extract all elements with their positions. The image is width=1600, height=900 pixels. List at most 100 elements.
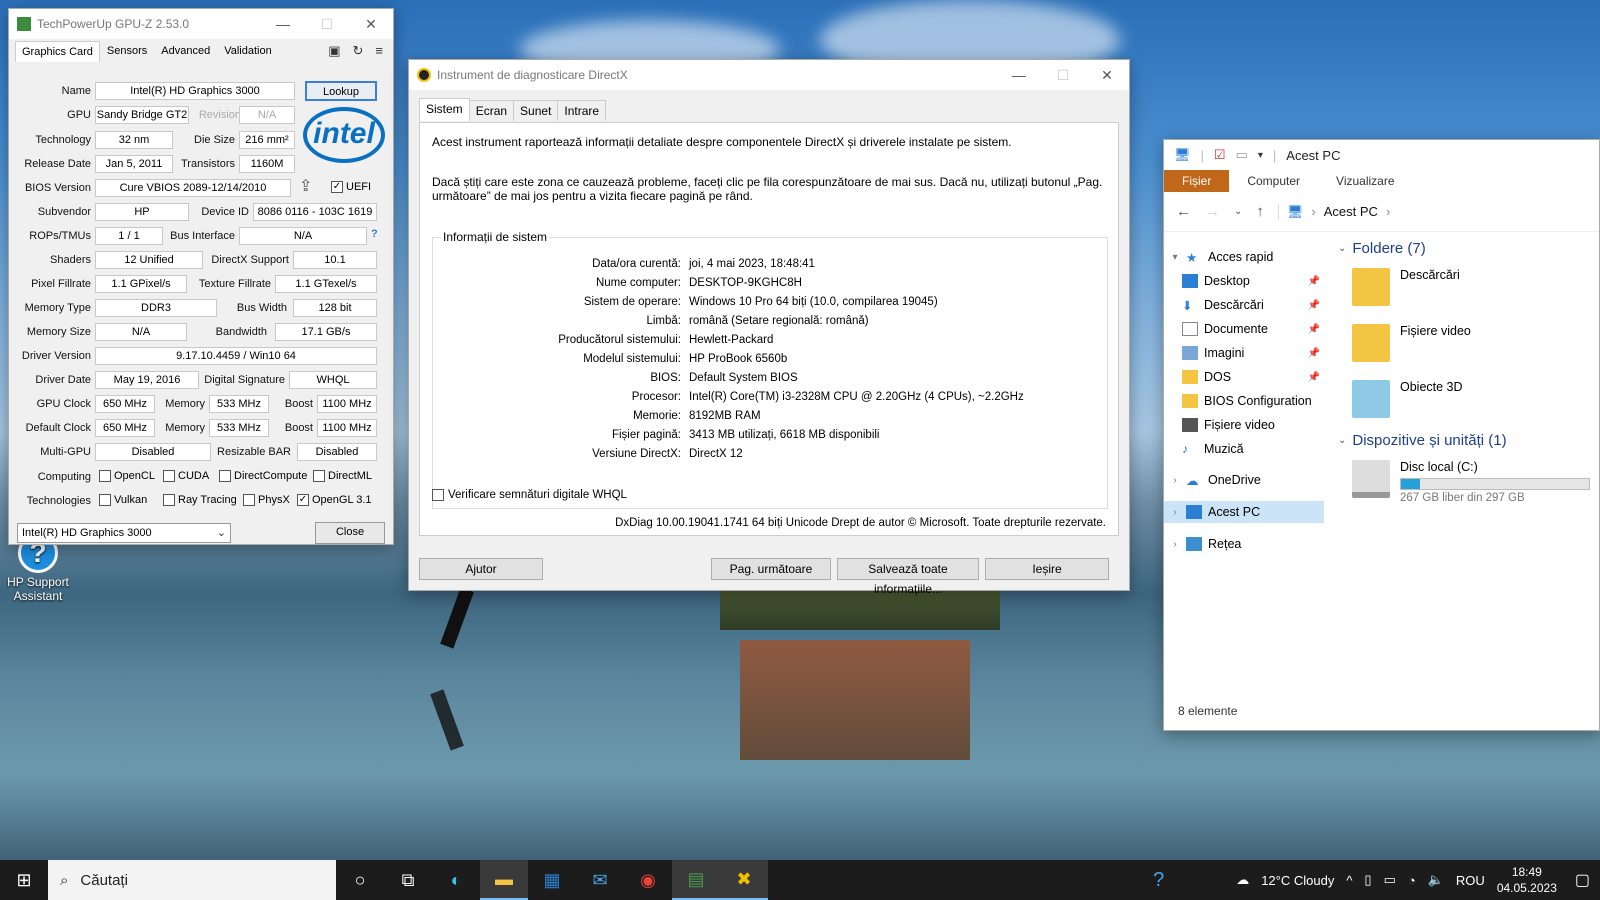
sidebar-item-onedrive[interactable]: › ☁ OneDrive	[1164, 469, 1324, 491]
drive-c[interactable]: Disc local (C:) 267 GB liber din 297 GB	[1352, 460, 1592, 508]
help-button[interactable]: Ajutor	[419, 558, 543, 580]
checkbox-directcompute[interactable]: DirectCompute	[219, 470, 307, 482]
sidebar-item-muzica[interactable]: ♪ Muzică	[1164, 438, 1324, 460]
uefi-checkbox[interactable]: ✓ UEFI	[331, 181, 371, 193]
volume-icon[interactable]: 🔈	[1428, 872, 1444, 888]
sidebar-item-acces-rapid[interactable]: ▾ ★ Acces rapid	[1164, 246, 1324, 268]
menu-icon[interactable]: ≡	[375, 43, 383, 59]
close-icon[interactable]: ✕	[349, 16, 393, 33]
share-icon[interactable]: ⇪	[299, 176, 312, 196]
up-arrow-icon[interactable]: ↑	[1256, 203, 1264, 220]
maximize-icon[interactable]: ☐	[1041, 67, 1085, 84]
language-indicator[interactable]: ROU	[1456, 873, 1485, 888]
tab-sistem[interactable]: Sistem	[419, 98, 470, 121]
label-pixel-fillrate: Pixel Fillrate	[31, 278, 91, 290]
star-icon: ★	[1186, 251, 1198, 265]
explorer-title: Acest PC	[1286, 147, 1341, 163]
minimize-icon[interactable]: —	[261, 16, 305, 32]
folder-obiecte-3d[interactable]: Obiecte 3D	[1352, 380, 1592, 428]
back-arrow-icon[interactable]: ←	[1176, 203, 1191, 220]
chrome-icon[interactable]: ◉	[624, 860, 672, 900]
checkbox-cuda[interactable]: CUDA	[163, 470, 209, 482]
tab-validation[interactable]: Validation	[217, 40, 279, 62]
close-icon[interactable]: ✕	[1085, 67, 1129, 84]
checkbox-ray-tracing[interactable]: Ray Tracing	[163, 494, 237, 506]
folder-descarcari[interactable]: Descărcări	[1352, 268, 1592, 316]
start-button[interactable]: ⊞	[0, 860, 48, 900]
exit-button[interactable]: Ieșire	[985, 558, 1109, 580]
label-release-date: Release Date	[24, 158, 91, 170]
tab-fisier[interactable]: Fișier	[1164, 170, 1230, 192]
weather-icon[interactable]: ☁	[1236, 872, 1249, 888]
gpuz-taskbar-icon[interactable]: ▤	[672, 860, 720, 900]
next-page-button[interactable]: Pag. următoare	[711, 558, 831, 580]
help-icon[interactable]: ?	[1153, 869, 1164, 892]
tab-computer[interactable]: Computer	[1229, 170, 1318, 192]
checkbox-physx[interactable]: PhysX	[243, 494, 290, 506]
close-button[interactable]: Close	[315, 522, 385, 544]
tab-ecran[interactable]: Ecran	[468, 100, 515, 121]
file-explorer-icon[interactable]: ▬	[480, 860, 528, 900]
document-icon	[1182, 322, 1198, 336]
gpu-select-dropdown[interactable]: Intel(R) HD Graphics 3000 ⌄	[17, 523, 231, 543]
edge-icon[interactable]: ◐	[432, 860, 480, 900]
value-rops: 1 / 1	[95, 227, 163, 245]
device-icon[interactable]: ▯	[1364, 872, 1371, 888]
tab-vizualizare[interactable]: Vizualizare	[1318, 170, 1412, 192]
sidebar-item-retea[interactable]: › Rețea	[1164, 533, 1324, 555]
wifi-icon[interactable]: ◔	[1408, 873, 1416, 888]
label-default-memory: Memory	[165, 422, 205, 434]
mail-icon[interactable]: ✉	[576, 860, 624, 900]
gpuz-titlebar[interactable]: TechPowerUp GPU-Z 2.53.0 — ☐ ✕	[9, 9, 393, 39]
tab-advanced[interactable]: Advanced	[154, 40, 217, 62]
forward-arrow-icon[interactable]: →	[1205, 203, 1220, 220]
sidebar-item-dos[interactable]: DOS 📌	[1164, 366, 1324, 388]
tab-sensors[interactable]: Sensors	[100, 40, 154, 62]
sidebar-item-acest-pc[interactable]: › Acest PC	[1164, 501, 1324, 523]
customize-chevron-icon[interactable]: ▾	[1258, 150, 1263, 161]
help-icon[interactable]: ?	[371, 228, 378, 240]
checkbox-opencl[interactable]: OpenCL	[99, 470, 155, 482]
notification-icon[interactable]: ▢	[1575, 870, 1590, 890]
camera-icon[interactable]: ▣	[328, 43, 340, 59]
section-folders[interactable]: ⌄ Foldere (7)	[1338, 240, 1426, 257]
tab-graphics-card[interactable]: Graphics Card	[15, 40, 100, 62]
sidebar-item-fisiere-video[interactable]: Fișiere video	[1164, 414, 1324, 436]
tab-intrare[interactable]: Intrare	[557, 100, 607, 121]
sidebar-item-desktop[interactable]: Desktop 📌	[1164, 270, 1324, 292]
tab-sunet[interactable]: Sunet	[513, 100, 559, 121]
checkbox-vulkan[interactable]: Vulkan	[99, 494, 147, 506]
properties-icon[interactable]: ☑	[1214, 147, 1226, 163]
save-all-button[interactable]: Salvează toate informațiile...	[837, 558, 979, 596]
group-title: Informații de sistem	[441, 230, 550, 244]
sidebar-item-imagini[interactable]: Imagini 📌	[1164, 342, 1324, 364]
sidebar-item-bios-configuration[interactable]: BIOS Configuration	[1164, 390, 1324, 412]
directx-taskbar-icon[interactable]: ✖	[720, 860, 768, 900]
search-box[interactable]: ⌕ Căutați	[48, 860, 336, 900]
recent-chevron-icon[interactable]: ⌄	[1234, 206, 1242, 217]
chevron-up-icon[interactable]: ^	[1346, 873, 1352, 888]
address-bar[interactable]: 🖥 › Acest PC ›	[1277, 203, 1390, 220]
checkbox-directml[interactable]: DirectML	[313, 470, 372, 482]
new-folder-icon[interactable]: ▭	[1236, 147, 1248, 163]
clock[interactable]: 18:49 04.05.2023	[1497, 864, 1557, 896]
label-directx: DirectX Support	[211, 254, 289, 266]
chevron-right-icon: ›	[1173, 538, 1177, 550]
maximize-icon[interactable]: ☐	[305, 16, 349, 33]
cortana-icon[interactable]: ○	[336, 860, 384, 900]
refresh-icon[interactable]: ↻	[353, 43, 364, 59]
sidebar-item-descarcari[interactable]: ⬇ Descărcări 📌	[1164, 294, 1324, 316]
task-view-icon[interactable]: ⧉	[384, 860, 432, 900]
lookup-button[interactable]: Lookup	[305, 81, 377, 101]
dxdiag-titlebar[interactable]: Instrument de diagnosticare DirectX — ☐ …	[409, 60, 1129, 90]
checkbox-opengl[interactable]: ✓ OpenGL 3.1	[297, 494, 372, 506]
folder-fisiere-video[interactable]: Fișiere video	[1352, 324, 1592, 372]
sidebar-item-documente[interactable]: Documente 📌	[1164, 318, 1324, 340]
whql-checkbox[interactable]: Verificare semnături digitale WHQL	[432, 489, 627, 501]
minimize-icon[interactable]: —	[997, 67, 1041, 83]
weather-text[interactable]: 12°C Cloudy	[1261, 873, 1334, 888]
battery-icon[interactable]: ▭	[1384, 872, 1396, 888]
section-devices[interactable]: ⌄ Dispozitive și unități (1)	[1338, 432, 1507, 449]
label-device-id: Device ID	[201, 206, 249, 218]
store-icon[interactable]: ▦	[528, 860, 576, 900]
